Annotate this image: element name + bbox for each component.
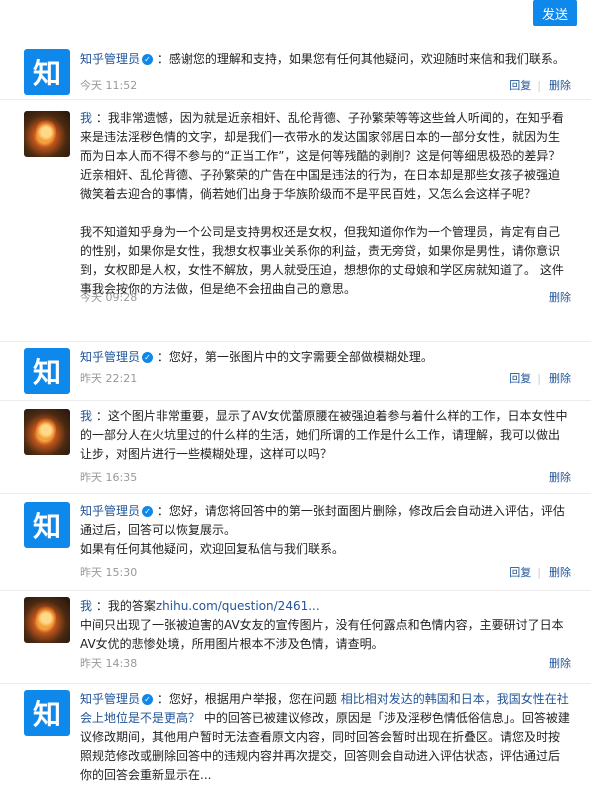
sender-name[interactable]: 我 (80, 111, 92, 125)
user-avatar[interactable] (24, 111, 70, 157)
message-paragraph: 我不知道知乎身为一个公司是支持男权还是女权，但我知道你作为一个管理员，肯定有自己… (80, 225, 564, 296)
message-body: 我 ：我的答案zhihu.com/question/2461... 中间只出现了… (80, 597, 571, 654)
message-item: 我 ：我的答案zhihu.com/question/2461... 中间只出现了… (0, 591, 591, 684)
message-meta: 昨天 22:21 回复 | 删除 (80, 372, 571, 385)
user-avatar[interactable] (24, 409, 70, 455)
sender-name[interactable]: 知乎管理员 (80, 692, 140, 706)
zhihu-admin-avatar[interactable]: 知 (24, 502, 70, 548)
answer-link[interactable]: zhihu.com/question/2461... (156, 599, 320, 613)
message-meta: 今天 09:28 删除 (80, 289, 571, 307)
reply-link[interactable]: 回复 (509, 372, 531, 385)
message-paragraph: 如果有任何其他疑问，欢迎回复私信与我们联系。 (80, 542, 345, 556)
verified-check-icon: ✓ (142, 352, 154, 363)
timestamp: 今天 11:52 (80, 79, 138, 92)
message-paragraph: 中间只出现了一张被迫害的AV女友的宣传图片，没有任何露点和色情内容，主要研讨了日… (80, 618, 564, 651)
timestamp: 昨天 15:30 (80, 566, 138, 579)
timestamp: 昨天 16:35 (80, 471, 138, 484)
message-body: 我 ：这个图片非常重要，显示了AV女优蕾原腰在被强迫着参与着什么样的工作，日本女… (80, 409, 568, 461)
message-body: 我 ：我非常遗憾，因为就是近亲相奸、乱伦背德、子孙繁荣等等这些耸人听闻的，在知乎… (80, 109, 571, 299)
message-item: 知 知乎管理员 ✓ ：您好，根据用户举报，您在问题 相比相对发达的韩国和日本，我国… (0, 684, 591, 804)
zhihu-admin-avatar[interactable]: 知 (24, 348, 70, 394)
message-body: 知乎管理员 ✓ ：您好，请您将回答中的第一张封面图片删除，修改后会自动进入评估，评… (80, 502, 571, 559)
user-avatar[interactable] (24, 597, 70, 643)
sender-name[interactable]: 我 (80, 599, 92, 613)
verified-check-icon: ✓ (142, 694, 154, 705)
message-item: 我 ：这个图片非常重要，显示了AV女优蕾原腰在被强迫着参与着什么样的工作，日本女… (0, 401, 591, 494)
sender-name[interactable]: 知乎管理员 (80, 52, 140, 66)
sender-name[interactable]: 知乎管理员 (80, 350, 140, 364)
timestamp: 昨天 22:21 (80, 372, 138, 385)
top-bar: 发送 (0, 0, 591, 38)
sender-name[interactable]: 知乎管理员 (80, 504, 140, 518)
delete-link[interactable]: 删除 (549, 471, 571, 484)
delete-link[interactable]: 删除 (549, 372, 571, 385)
message-meta: 今天 11:52 回复 | 删除 (80, 79, 571, 92)
zhihu-admin-avatar[interactable]: 知 (24, 49, 70, 95)
message-item: 知 知乎管理员 ✓ ：您好，第一张图片中的文字需要全部做模糊处理。 昨天 22:2… (0, 342, 591, 401)
message-item: 知 知乎管理员 ✓ ：感谢您的理解和支持，如果您有任何其他疑问，欢迎随时来信和我们… (0, 41, 591, 100)
send-button[interactable]: 发送 (533, 0, 577, 26)
message-item: 知 知乎管理员 ✓ ：您好，请您将回答中的第一张封面图片删除，修改后会自动进入评估… (0, 494, 591, 591)
verified-check-icon: ✓ (142, 54, 154, 65)
message-body: 知乎管理员 ✓ ：您好，根据用户举报，您在问题 相比相对发达的韩国和日本，我国女性… (80, 692, 570, 782)
verified-check-icon: ✓ (142, 506, 154, 517)
reply-link[interactable]: 回复 (509, 79, 531, 92)
message-body: 知乎管理员 ✓ ：您好，第一张图片中的文字需要全部做模糊处理。 (80, 350, 433, 364)
delete-link[interactable]: 删除 (549, 79, 571, 92)
message-meta: 昨天 14:38 删除 (80, 655, 571, 673)
message-meta: 昨天 15:30 回复 | 删除 (80, 566, 571, 579)
zhihu-admin-avatar[interactable]: 知 (24, 690, 70, 736)
delete-link[interactable]: 删除 (549, 291, 571, 304)
timestamp: 今天 09:28 (80, 291, 138, 304)
message-item: 我 ：我非常遗憾，因为就是近亲相奸、乱伦背德、子孙繁荣等等这些耸人听闻的，在知乎… (0, 105, 591, 342)
sender-name[interactable]: 我 (80, 409, 92, 423)
message-meta: 昨天 16:35 删除 (80, 469, 571, 487)
reply-link[interactable]: 回复 (509, 566, 531, 579)
message-body: 知乎管理员 ✓ ：感谢您的理解和支持，如果您有任何其他疑问，欢迎随时来信和我们联系… (80, 52, 565, 66)
delete-link[interactable]: 删除 (549, 566, 571, 579)
delete-link[interactable]: 删除 (549, 657, 571, 670)
timestamp: 昨天 14:38 (80, 657, 138, 670)
